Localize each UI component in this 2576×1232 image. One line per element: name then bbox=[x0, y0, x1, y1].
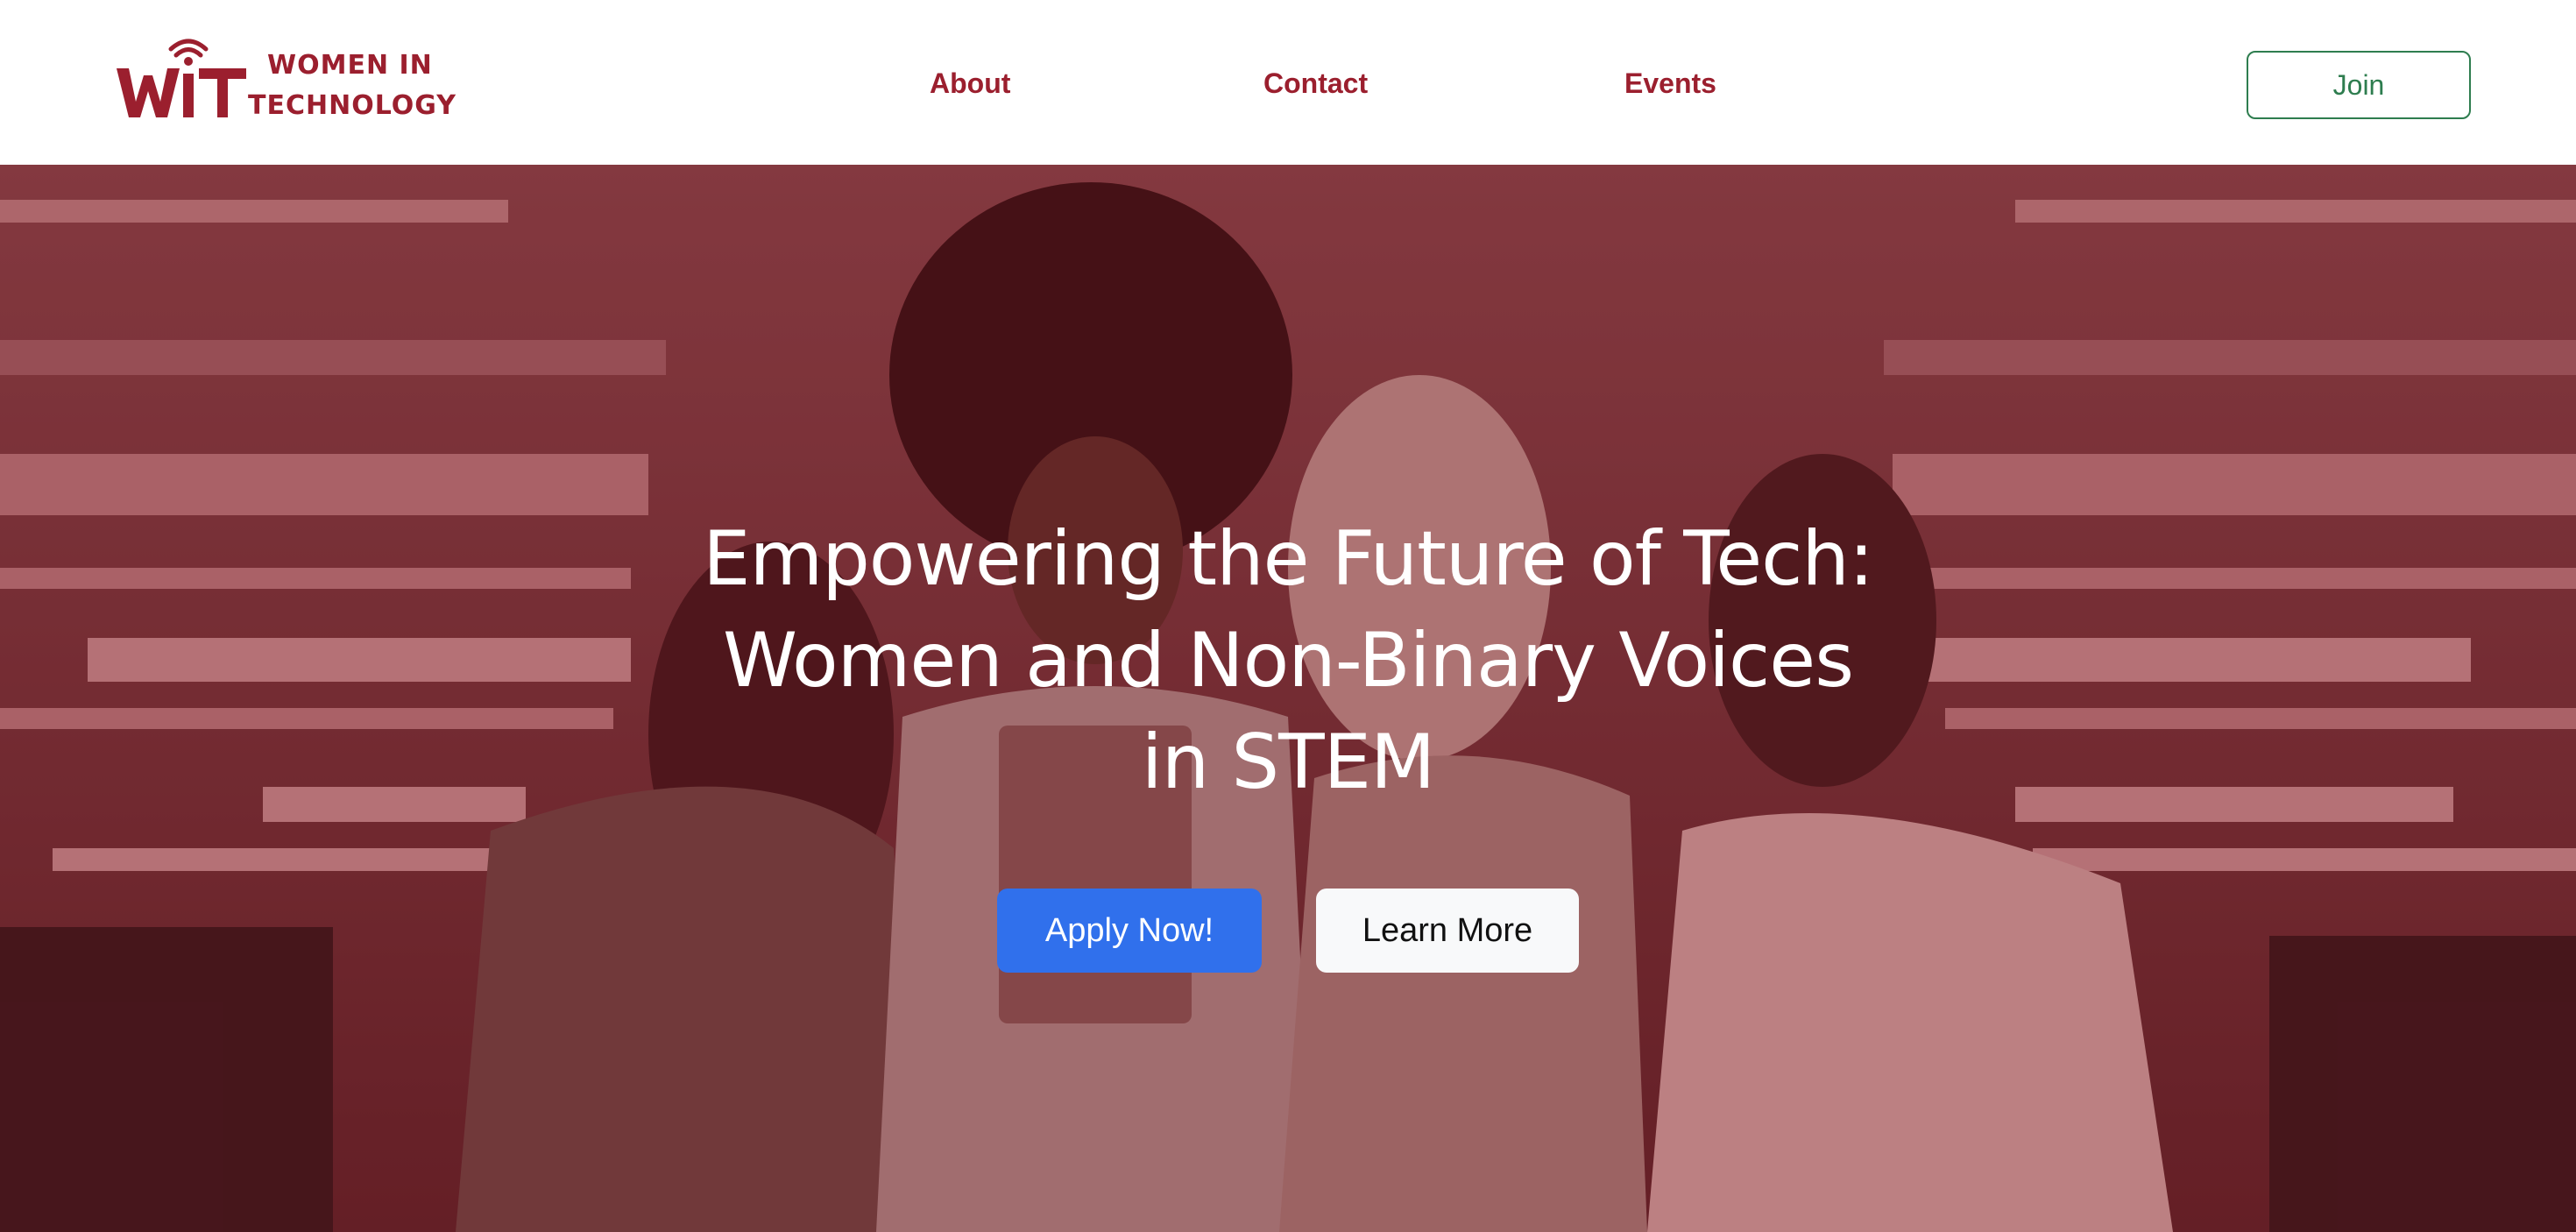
hero-title: Empowering the Future of Tech: Women and… bbox=[703, 515, 1874, 806]
nav-link-contact[interactable]: Contact bbox=[1263, 61, 1368, 105]
logo-line-2: TECHNOLOGY bbox=[248, 90, 456, 121]
join-button[interactable]: Join bbox=[2247, 51, 2471, 119]
hero-section: Empowering the Future of Tech: Women and… bbox=[0, 165, 2576, 1232]
nav-link-events[interactable]: Events bbox=[1624, 61, 1716, 105]
apply-now-button[interactable]: Apply Now! bbox=[997, 889, 1262, 973]
logo-line-1: WOMEN IN bbox=[267, 50, 433, 81]
logo[interactable]: WOMEN IN TECHNOLOGY bbox=[117, 35, 456, 123]
logo-wordmark: WOMEN IN TECHNOLOGY bbox=[248, 46, 456, 126]
nav-link-about[interactable]: About bbox=[930, 61, 1010, 105]
navbar: WOMEN IN TECHNOLOGY About Contact Events… bbox=[0, 0, 2576, 165]
learn-more-button[interactable]: Learn More bbox=[1316, 889, 1579, 973]
logo-mark-icon bbox=[117, 39, 246, 117]
